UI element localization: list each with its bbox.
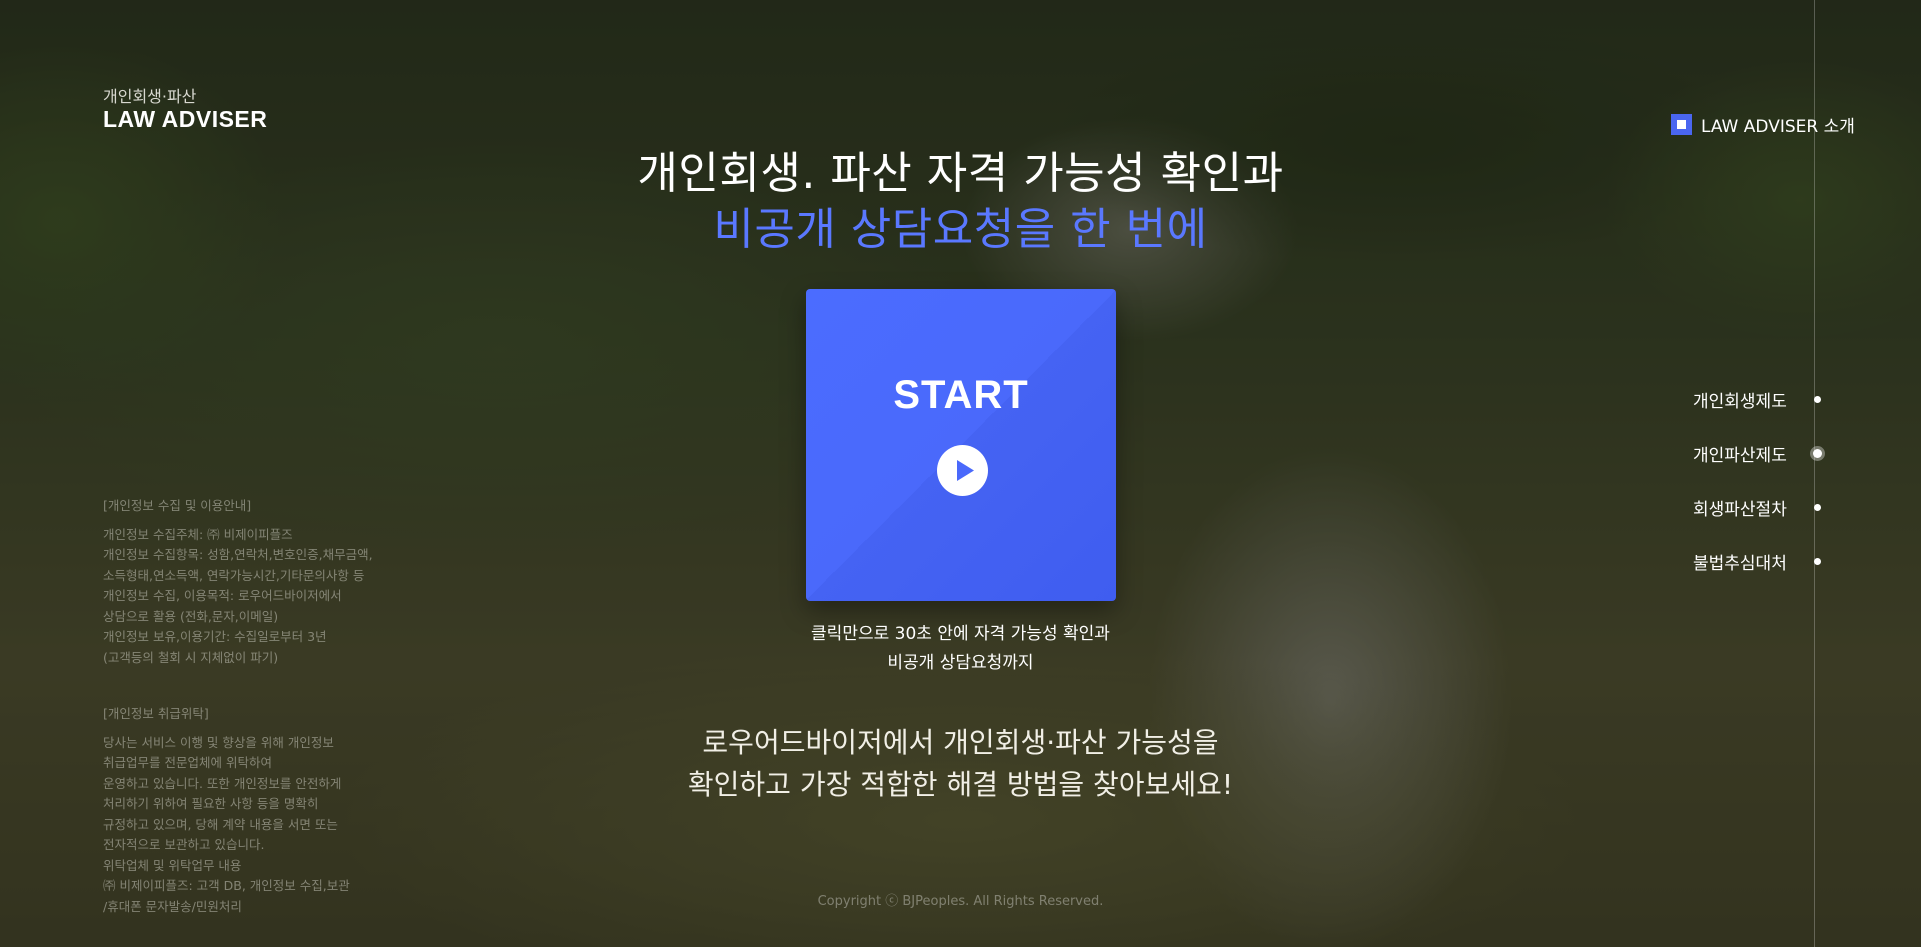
nav-dot-icon	[1814, 503, 1821, 511]
about-link-label: LAW ADVISER 소개	[1701, 117, 1855, 137]
privacy-line: (고객등의 철회 시 지체없이 파기)	[103, 649, 279, 665]
section-nav-label: 불법추심대처	[1693, 553, 1787, 574]
nav-dot-icon	[1814, 395, 1821, 403]
section-nav-label: 개인회생제도	[1693, 391, 1787, 412]
start-button[interactable]: START	[806, 289, 1116, 601]
privacy-line: 위탁업체 및 위탁업무 내용	[103, 857, 242, 873]
privacy-consign-notice: [개인정보 취급위탁] 당사는 서비스 이행 및 향상을 위해 개인정보 취급업…	[103, 704, 350, 917]
hero-headline: 개인회생. 파산 자격 가능성 확인과 비공개 상담요청을 한 번에	[0, 146, 1921, 258]
logo-subtitle: 개인회생·파산	[103, 87, 197, 106]
privacy-line: 전자적으로 보관하고 있습니다.	[103, 837, 265, 852]
privacy-line: 운영하고 있습니다. 또한 개인정보를 안전하게	[103, 775, 342, 791]
privacy-line: 개인정보 수집항목: 성함,연락처,변호인증,채무금액,	[103, 547, 373, 562]
privacy-line: 취급업무를 전문업체에 위탁하여	[103, 755, 272, 770]
section-nav-item-bankruptcy[interactable]: 개인파산제도	[1693, 426, 1822, 480]
section-nav-item-rehabilitation[interactable]: 개인회생제도	[1693, 372, 1822, 426]
copyright: Copyright ⓒ BJPeoples. All Rights Reserv…	[817, 894, 1104, 909]
nav-dot-icon	[1814, 557, 1821, 565]
section-nav-item-procedure[interactable]: 회생파산절차	[1693, 480, 1822, 534]
site-logo[interactable]: 개인회생·파산 LAW ADVISER	[103, 87, 268, 133]
nav-dot-active-icon	[1813, 448, 1822, 458]
section-nav-label: 회생파산절차	[1693, 499, 1787, 520]
privacy-collection-title: [개인정보 수집 및 이용안내]	[103, 498, 252, 513]
privacy-line: 개인정보 수집, 이용목적: 로우어드바이저에서	[103, 588, 342, 603]
section-nav-label: 개인파산제도	[1693, 445, 1787, 466]
about-link[interactable]: LAW ADVISER 소개	[1671, 112, 1855, 137]
privacy-line: 처리하기 위하여 필요한 사항 등을 명확히	[103, 796, 319, 811]
privacy-line: 소득형태,연소득액, 연락가능시간,기타문의사항 등	[103, 567, 365, 583]
privacy-line: 규정하고 있으며, 당해 계약 내용을 서면 또는	[103, 816, 338, 832]
play-icon	[937, 445, 988, 496]
headline-line-2: 비공개 상담요청을 한 번에	[713, 204, 1208, 255]
privacy-line: 당사는 서비스 이행 및 향상을 위해 개인정보	[103, 734, 334, 750]
privacy-line: 개인정보 수집주체: ㈜ 비제이피플즈	[103, 526, 293, 542]
privacy-consign-title: [개인정보 취급위탁]	[103, 706, 209, 721]
section-nav: 개인회생제도 개인파산제도 회생파산절차 불법추심대처	[1693, 372, 1822, 588]
privacy-line: 상담으로 활용 (전화,문자,이메일)	[103, 608, 279, 624]
privacy-line: 개인정보 보유,이용기간: 수집일로부터 3년	[103, 629, 327, 644]
start-label: START	[893, 373, 1029, 417]
headline-line-1: 개인회생. 파산 자격 가능성 확인과	[637, 148, 1284, 199]
privacy-collection-notice: [개인정보 수집 및 이용안내] 개인정보 수집주체: ㈜ 비제이피플즈 개인정…	[103, 496, 373, 668]
section-nav-item-illegal-collection[interactable]: 불법추심대처	[1693, 534, 1822, 588]
logo-title: LAW ADVISER	[103, 106, 268, 132]
square-icon	[1671, 114, 1692, 135]
